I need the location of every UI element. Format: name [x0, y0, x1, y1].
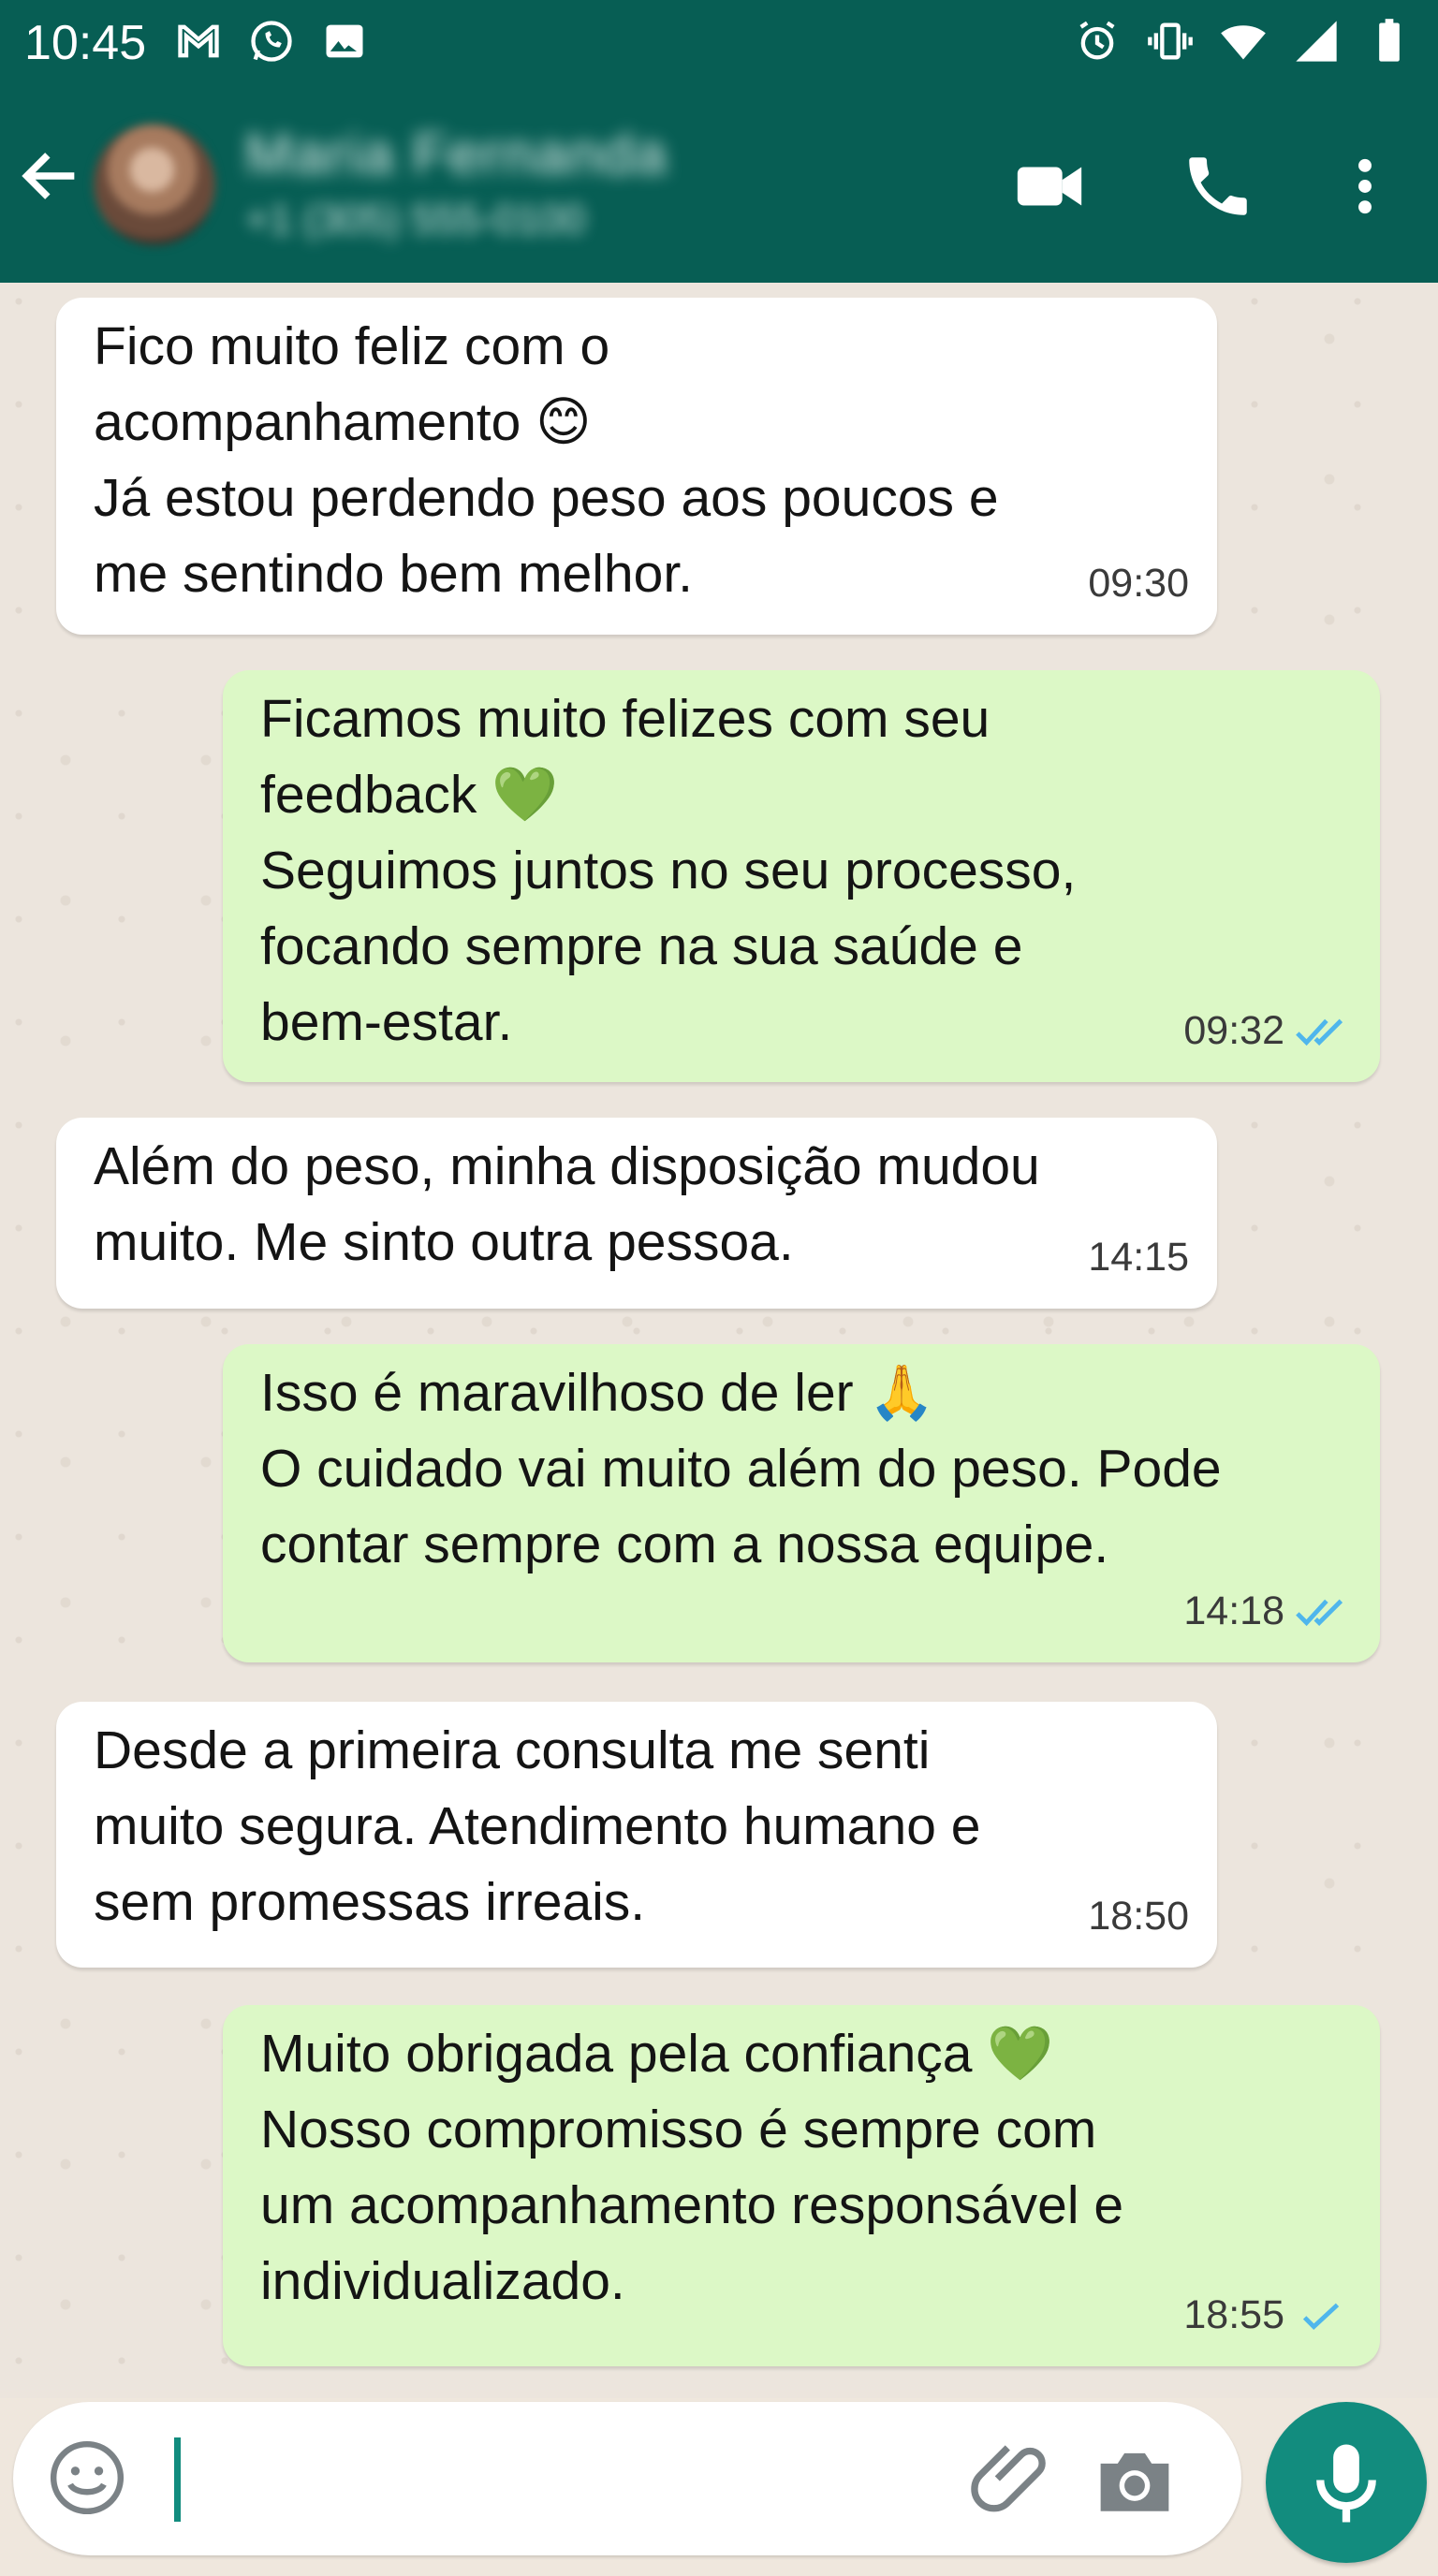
whatsapp-icon [251, 21, 292, 62]
image-icon [326, 24, 363, 58]
battery-icon [1379, 19, 1400, 62]
message-outgoing[interactable]: Muito obrigada pela confiança 💚 Nosso co… [223, 2005, 1380, 2366]
phone-call-icon[interactable] [1180, 148, 1256, 225]
message-meta: 18:55 [1183, 2277, 1352, 2353]
double-check-read-icon [1296, 1599, 1343, 1626]
video-call-icon[interactable] [1011, 148, 1088, 225]
back-arrow-icon[interactable] [15, 140, 86, 212]
message-time: 14:18 [1183, 1588, 1284, 1633]
message-incoming[interactable]: Fico muito feliz com o acompanhamento 😊 … [56, 298, 1217, 635]
message-time: 18:55 [1183, 2292, 1284, 2337]
wifi-icon [1221, 25, 1266, 60]
message-meta: 09:30 [1088, 546, 1189, 622]
double-check-read-icon [1296, 1018, 1343, 1046]
message-text: Muito obrigada pela confiança 💚 Nosso co… [260, 2024, 1124, 2311]
message-meta: 18:50 [1088, 1879, 1189, 1954]
message-time: 09:32 [1183, 1008, 1284, 1053]
vibrate-icon [1148, 22, 1193, 60]
message-meta: 14:15 [1088, 1220, 1189, 1295]
emoji-icon[interactable] [47, 2437, 127, 2518]
system-icons [1073, 17, 1414, 66]
message-text: Isso é maravilhoso de ler 🙏 O cuidado va… [260, 1363, 1222, 1574]
message-input-box[interactable] [13, 2402, 1241, 2555]
single-check-sent-icon [1302, 2303, 1340, 2330]
contact-phone: +1 (305) 555-0100 [245, 197, 586, 242]
text-cursor [174, 2437, 181, 2522]
status-bar: 10:45 [0, 0, 1438, 86]
message-meta: 14:18 [1183, 1573, 1352, 1649]
message-incoming[interactable]: Além do peso, minha disposição mudou mui… [56, 1118, 1217, 1309]
message-outgoing[interactable]: Isso é maravilhoso de ler 🙏 O cuidado va… [223, 1344, 1380, 1662]
message-text: Além do peso, minha disposição mudou mui… [94, 1136, 1040, 1272]
gmail-icon [178, 24, 219, 58]
message-time: 09:30 [1088, 561, 1189, 606]
contact-name[interactable]: Maria Fernanda [245, 122, 668, 186]
message-incoming[interactable]: Desde a primeira consulta me senti muito… [56, 1702, 1217, 1968]
microphone-icon [1316, 2444, 1376, 2523]
message-outgoing[interactable]: Ficamos muito felizes com seu feedback 💚… [223, 670, 1380, 1082]
status-time: 10:45 [24, 16, 147, 70]
avatar[interactable] [94, 124, 215, 245]
chat-area[interactable]: Fico muito feliz com o acompanhamento 😊 … [0, 283, 1438, 2398]
chat-header: Maria Fernanda +1 (305) 555-0100 [0, 86, 1438, 283]
camera-icon[interactable] [1093, 2443, 1176, 2518]
notification-icons [174, 17, 369, 66]
message-time: 14:15 [1088, 1235, 1189, 1280]
message-meta: 09:32 [1183, 993, 1352, 1069]
attach-icon[interactable] [970, 2437, 1052, 2520]
signal-icon [1296, 21, 1337, 62]
message-time: 18:50 [1088, 1894, 1189, 1939]
alarm-icon [1079, 21, 1115, 60]
message-text: Fico muito feliz com o acompanhamento 😊 … [94, 316, 999, 604]
more-menu-icon[interactable] [1329, 148, 1401, 225]
message-text: Ficamos muito felizes com seu feedback 💚… [260, 689, 1077, 1052]
message-text: Desde a primeira consulta me senti muito… [94, 1720, 981, 1932]
microphone-button[interactable] [1266, 2402, 1427, 2563]
